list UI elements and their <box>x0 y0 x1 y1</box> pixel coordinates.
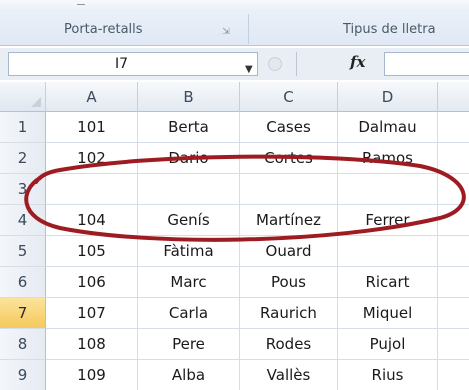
formula-bar-separator <box>296 52 297 76</box>
cell-a6[interactable]: 106 <box>46 267 138 298</box>
cell-e8[interactable] <box>438 329 469 360</box>
column-header-row: A B C D <box>0 82 469 112</box>
row-header-7[interactable]: 7 <box>0 298 46 329</box>
table-row: 7 107 Carla Raurich Miquel <box>0 298 469 329</box>
table-row: 5 105 Fàtima Ouard <box>0 236 469 267</box>
cell-b9[interactable]: Alba <box>138 360 240 390</box>
cell-c6[interactable]: Pous <box>240 267 338 298</box>
cell-c7[interactable]: Raurich <box>240 298 338 329</box>
table-row: 1 101 Berta Cases Dalmau <box>0 112 469 143</box>
cell-a3[interactable] <box>46 174 138 205</box>
cell-d4[interactable]: Ferrer <box>338 205 438 236</box>
insert-function-icon[interactable]: fx <box>350 53 365 71</box>
select-all-icon <box>31 97 41 107</box>
cell-d5[interactable] <box>338 236 438 267</box>
cell-c9[interactable]: Vallès <box>240 360 338 390</box>
formula-bar: I7 ▼ fx <box>0 48 469 80</box>
column-header-b[interactable]: B <box>138 82 240 112</box>
cell-d7[interactable]: Miquel <box>338 298 438 329</box>
column-header-d[interactable]: D <box>338 82 438 112</box>
cell-e3[interactable] <box>438 174 469 205</box>
cell-a8[interactable]: 108 <box>46 329 138 360</box>
formula-cancel-icon[interactable] <box>268 57 282 71</box>
table-row: 3 <box>0 174 469 205</box>
cell-c1[interactable]: Cases <box>240 112 338 143</box>
cell-c3[interactable] <box>240 174 338 205</box>
cell-a4[interactable]: 104 <box>46 205 138 236</box>
column-header-c[interactable]: C <box>240 82 338 112</box>
chevron-down-icon[interactable]: ▼ <box>245 59 253 81</box>
cell-a2[interactable]: 102 <box>46 143 138 174</box>
name-box-value: I7 <box>115 56 129 72</box>
cell-b2[interactable]: Dario <box>138 143 240 174</box>
cell-b1[interactable]: Berta <box>138 112 240 143</box>
cell-b3[interactable] <box>138 174 240 205</box>
group-label-font: Tipus de lletra <box>343 22 436 37</box>
group-separator <box>248 14 249 44</box>
cell-d3[interactable] <box>338 174 438 205</box>
column-header-e[interactable] <box>438 82 469 112</box>
row-header-6[interactable]: 6 <box>0 267 46 298</box>
row-header-5[interactable]: 5 <box>0 236 46 267</box>
table-row: 2 102 Dario Cortes Ramos <box>0 143 469 174</box>
cell-e7[interactable] <box>438 298 469 329</box>
table-row: 9 109 Alba Vallès Rius <box>0 360 469 390</box>
cell-e1[interactable] <box>438 112 469 143</box>
column-header-a[interactable]: A <box>46 82 138 112</box>
group-label-clipboard: Porta-retalls <box>64 22 143 37</box>
name-box[interactable]: I7 ▼ <box>8 52 258 76</box>
cell-d1[interactable]: Dalmau <box>338 112 438 143</box>
cell-a9[interactable]: 109 <box>46 360 138 390</box>
row-header-1[interactable]: 1 <box>0 112 46 143</box>
cell-e6[interactable] <box>438 267 469 298</box>
cell-c2[interactable]: Cortes <box>240 143 338 174</box>
cell-c4[interactable]: Martínez <box>240 205 338 236</box>
table-row: 4 104 Genís Martínez Ferrer <box>0 205 469 236</box>
formula-input[interactable] <box>384 52 469 76</box>
table-row: 6 106 Marc Pous Ricart <box>0 267 469 298</box>
cell-d2[interactable]: Ramos <box>338 143 438 174</box>
row-header-4[interactable]: 4 <box>0 205 46 236</box>
row-header-3[interactable]: 3 <box>0 174 46 205</box>
ribbon-top-strip <box>0 0 469 12</box>
dialog-launcher-icon[interactable]: ⇲ <box>221 27 231 37</box>
ribbon-marker <box>77 4 85 5</box>
cell-e5[interactable] <box>438 236 469 267</box>
cell-b6[interactable]: Marc <box>138 267 240 298</box>
cell-d9[interactable]: Rius <box>338 360 438 390</box>
cell-b5[interactable]: Fàtima <box>138 236 240 267</box>
cell-b4[interactable]: Genís <box>138 205 240 236</box>
cell-d6[interactable]: Ricart <box>338 267 438 298</box>
row-header-9[interactable]: 9 <box>0 360 46 390</box>
row-header-8[interactable]: 8 <box>0 329 46 360</box>
cell-e2[interactable] <box>438 143 469 174</box>
cell-e9[interactable] <box>438 360 469 390</box>
cell-c8[interactable]: Rodes <box>240 329 338 360</box>
ribbon-groups: Porta-retalls ⇲ Tipus de lletra <box>0 0 469 46</box>
cell-b7[interactable]: Carla <box>138 298 240 329</box>
cell-a1[interactable]: 101 <box>46 112 138 143</box>
select-all-corner[interactable] <box>0 82 46 112</box>
cell-b8[interactable]: Pere <box>138 329 240 360</box>
cell-e4[interactable] <box>438 205 469 236</box>
cell-a5[interactable]: 105 <box>46 236 138 267</box>
table-row: 8 108 Pere Rodes Pujol <box>0 329 469 360</box>
cell-c5[interactable]: Ouard <box>240 236 338 267</box>
row-header-2[interactable]: 2 <box>0 143 46 174</box>
cell-a7[interactable]: 107 <box>46 298 138 329</box>
cell-d8[interactable]: Pujol <box>338 329 438 360</box>
